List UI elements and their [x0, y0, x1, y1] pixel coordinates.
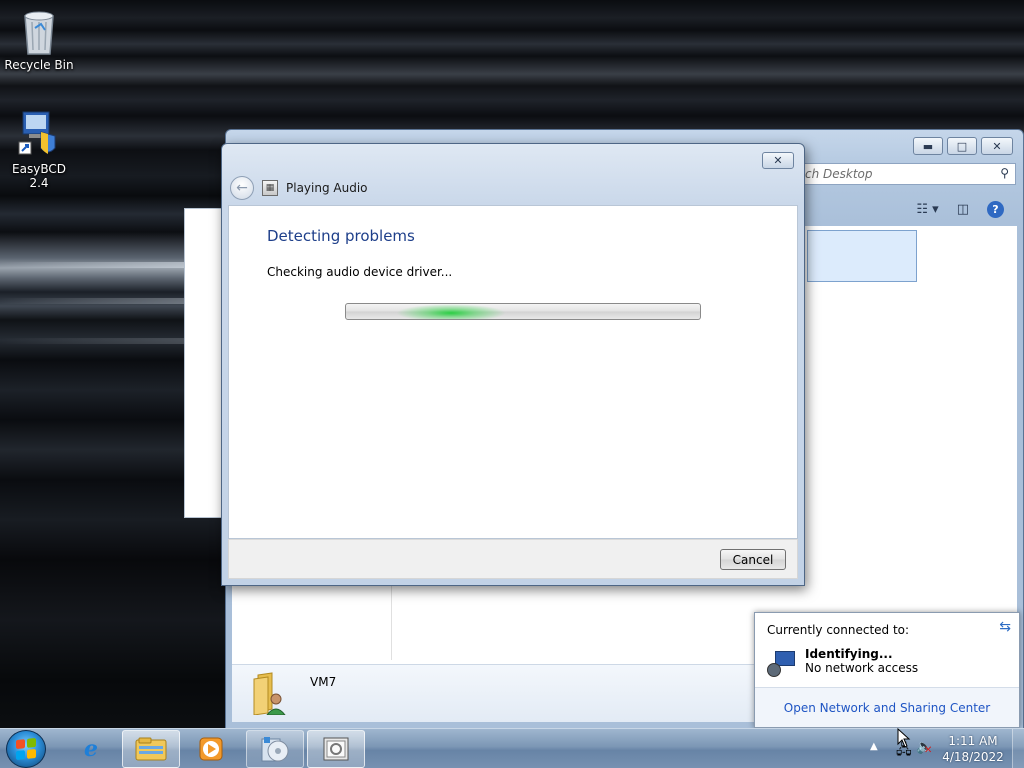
network-entry[interactable]: Identifying... No network access [765, 647, 918, 679]
dialog-header: ← ▦ Playing Audio [230, 176, 368, 200]
recycle-bin-shortcut[interactable]: Recycle Bin [1, 6, 77, 72]
recycle-bin-icon [15, 6, 63, 55]
help-icon[interactable]: ? [987, 200, 1004, 218]
clock-date: 4/18/2022 [942, 750, 1004, 764]
close-icon: ✕ [992, 139, 1002, 153]
taskbar-troubleshooter[interactable] [307, 730, 365, 768]
refresh-icon[interactable]: ⇆ [999, 619, 1011, 635]
minimize-button[interactable]: ▬ [913, 137, 943, 155]
minimize-icon: ▬ [922, 139, 934, 153]
clock-time: 1:11 AM [948, 734, 998, 748]
notification-area: ▲ 🖧 🔈 ✕ 1:11 AM 4/18/2022 [866, 729, 1024, 768]
maximize-button[interactable]: □ [947, 137, 977, 155]
maximize-icon: □ [956, 139, 968, 153]
window-controls: ▬ □ ✕ [913, 137, 1013, 155]
network-icon [765, 647, 797, 679]
status-text: Checking audio device driver... [267, 265, 453, 279]
taskbar-windows-explorer[interactable] [122, 730, 180, 768]
troubleshooter-icon [323, 737, 349, 761]
dialog-body: Detecting problems Checking audio device… [228, 205, 798, 539]
network-name: Identifying... [805, 647, 893, 661]
flyout-footer: Open Network and Sharing Center [755, 687, 1019, 727]
search-icon[interactable]: ⚲ [1000, 166, 1009, 180]
connected-to-label: Currently connected to: [767, 623, 910, 637]
progress-indicator [396, 304, 506, 319]
user-folder-icon [252, 671, 288, 716]
mute-badge-icon: ✕ [924, 745, 933, 756]
dialog-close-button[interactable]: ✕ [762, 152, 794, 169]
taskbar-media-player[interactable] [182, 730, 240, 768]
explorer-toolbar: ☷ ▾ ◫ ? [796, 194, 1016, 224]
page-heading: Detecting problems [267, 227, 415, 245]
media-player-icon [199, 737, 223, 761]
clock[interactable]: 1:11 AM 4/18/2022 [940, 733, 1006, 765]
search-placeholder: ch Desktop [805, 167, 873, 181]
preview-pane-icon[interactable]: ◫ [957, 202, 969, 217]
progress-bar [345, 303, 701, 320]
taskbar-disc-burner[interactable] [246, 730, 304, 768]
dialog-title: Playing Audio [286, 181, 368, 195]
dialog-footer: Cancel [228, 539, 798, 579]
selected-item[interactable] [807, 230, 917, 282]
back-button[interactable]: ← [230, 176, 254, 200]
easybcd-label: EasyBCD 2.4 [12, 162, 66, 190]
show-desktop-button[interactable] [1012, 729, 1024, 768]
troubleshooter-dialog[interactable]: ✕ ← ▦ Playing Audio Detecting problems C… [221, 143, 805, 586]
cancel-button[interactable]: Cancel [720, 549, 786, 570]
show-hidden-icons-icon[interactable]: ▲ [870, 741, 878, 752]
easybcd-shortcut[interactable]: EasyBCD 2.4 [1, 110, 77, 190]
details-item-name: VM7 [310, 675, 337, 689]
taskbar: e ▲ 🖧 🔈 ✕ 1:11 AM 4/18/2022 [0, 728, 1024, 768]
easybcd-icon [15, 110, 63, 158]
network-sharing-center-link[interactable]: Open Network and Sharing Center [784, 701, 990, 715]
windows-logo-icon [16, 737, 36, 761]
close-icon: ✕ [773, 154, 783, 167]
troubleshooter-icon: ▦ [262, 180, 278, 196]
disc-burner-icon [261, 737, 289, 762]
mouse-cursor-icon [897, 728, 911, 748]
close-button[interactable]: ✕ [981, 137, 1013, 155]
taskbar-internet-explorer[interactable]: e [62, 730, 120, 768]
search-input[interactable]: ch Desktop ⚲ [796, 163, 1016, 185]
navigation-pane-divider[interactable] [391, 576, 392, 660]
windows-explorer-icon [135, 737, 167, 761]
recycle-bin-label: Recycle Bin [4, 58, 74, 72]
internet-explorer-icon: e [84, 736, 98, 762]
network-flyout: Currently connected to: ⇆ Identifying...… [754, 612, 1020, 728]
back-arrow-icon: ← [236, 180, 248, 196]
start-button[interactable] [6, 730, 46, 768]
view-options-icon[interactable]: ☷ ▾ [916, 202, 938, 217]
network-status: No network access [805, 661, 919, 675]
